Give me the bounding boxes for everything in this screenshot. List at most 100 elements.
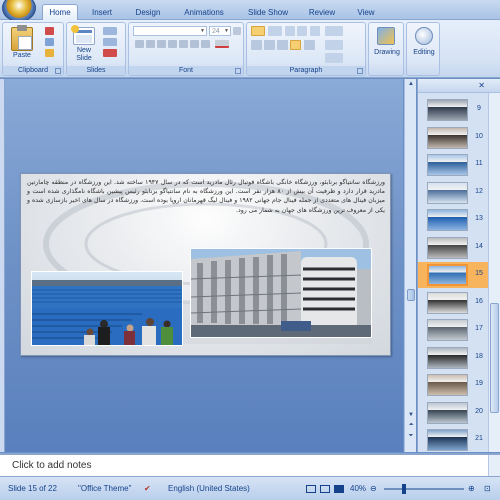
- columns-icon[interactable]: [304, 40, 315, 50]
- slide-thumbnail-image[interactable]: [427, 374, 468, 396]
- zoom-in-icon[interactable]: ⊕: [468, 484, 475, 493]
- bold-icon[interactable]: [135, 40, 144, 48]
- slide-thumbnail-16[interactable]: 16: [418, 290, 488, 316]
- slide-thumbnail-20[interactable]: 20: [418, 400, 488, 426]
- slide-thumbnail-image[interactable]: [427, 209, 468, 231]
- tab-slide-show[interactable]: Slide Show: [240, 6, 296, 20]
- close-pane-icon[interactable]: ✕: [478, 81, 485, 90]
- shadow-icon[interactable]: [179, 40, 188, 48]
- paragraph-launcher-icon[interactable]: [357, 68, 363, 74]
- tab-insert[interactable]: Insert: [84, 6, 120, 20]
- notes-pane[interactable]: Click to add notes: [0, 453, 500, 476]
- tab-review[interactable]: Review: [302, 6, 342, 20]
- stadium-stands-photo[interactable]: [31, 271, 183, 346]
- decrease-indent-icon[interactable]: [285, 26, 295, 36]
- slide-thumbnail-image[interactable]: [427, 401, 468, 424]
- slide-thumbnail-18[interactable]: 18: [418, 345, 488, 371]
- font-name-dropdown-icon[interactable]: ▼: [199, 27, 206, 35]
- copy-icon[interactable]: [45, 38, 54, 46]
- drawing-label[interactable]: Drawing: [369, 49, 405, 57]
- numbering-icon[interactable]: [268, 26, 282, 36]
- slide-thumbnail-image[interactable]: [427, 429, 468, 451]
- tab-design[interactable]: Design: [128, 6, 168, 20]
- slide-scroll-thumb[interactable]: [407, 289, 415, 301]
- slide-thumbnail-image[interactable]: [427, 236, 468, 259]
- slide-sorter-view-icon[interactable]: [320, 485, 330, 493]
- slide-vertical-scrollbar[interactable]: ▲ ▼ ⏶ ⏷: [404, 79, 416, 452]
- zoom-level[interactable]: 40%: [350, 484, 366, 493]
- align-right-icon[interactable]: [277, 40, 288, 50]
- paste-label[interactable]: Paste: [5, 52, 39, 60]
- slide-thumbnail-10[interactable]: 10: [418, 125, 488, 151]
- underline-icon[interactable]: [157, 40, 166, 48]
- align-left-icon[interactable]: [251, 40, 262, 50]
- drawing-icon[interactable]: [377, 27, 395, 45]
- current-slide[interactable]: ورزشگاه سانتیاگو برنابئو، ورزشگاه خانگی …: [20, 173, 391, 356]
- slide-thumbnail-12[interactable]: 12: [418, 180, 488, 206]
- tab-home[interactable]: Home: [42, 4, 78, 21]
- slide-thumbnail-17[interactable]: 17: [418, 317, 488, 343]
- spelling-check-icon[interactable]: ✔: [144, 484, 151, 493]
- change-case-icon[interactable]: [201, 40, 210, 48]
- format-painter-icon[interactable]: [45, 49, 54, 57]
- character-spacing-icon[interactable]: [190, 40, 199, 48]
- pane-scrollbar[interactable]: [488, 93, 500, 452]
- slide-thumbnail-image[interactable]: [427, 291, 468, 314]
- fit-to-window-icon[interactable]: ⊡: [484, 484, 491, 493]
- increase-indent-icon[interactable]: [297, 26, 307, 36]
- font-launcher-icon[interactable]: [235, 68, 241, 74]
- font-size-dropdown-icon[interactable]: ▼: [223, 27, 230, 35]
- find-icon[interactable]: [415, 27, 433, 45]
- font-size-combo[interactable]: 24 ▼: [209, 26, 231, 36]
- slide-thumbnail-13[interactable]: 13: [418, 207, 488, 233]
- reset-icon[interactable]: [103, 38, 117, 46]
- slide-thumbnail-19[interactable]: 19: [418, 372, 488, 398]
- delete-slide-icon[interactable]: [103, 49, 117, 57]
- slide-thumbnail-15[interactable]: 15: [418, 262, 488, 288]
- slide-thumbnail-14[interactable]: 14: [418, 235, 488, 261]
- normal-view-icon[interactable]: [306, 485, 316, 493]
- justify-icon[interactable]: [290, 40, 301, 50]
- clipboard-launcher-icon[interactable]: [55, 68, 61, 74]
- slide-thumbnail-21[interactable]: 21: [418, 427, 488, 453]
- font-color-icon[interactable]: [215, 40, 229, 48]
- font-name-combo[interactable]: ▼: [133, 26, 207, 36]
- layout-icon[interactable]: [103, 27, 117, 35]
- align-center-icon[interactable]: [264, 40, 275, 50]
- slide-show-view-icon[interactable]: [334, 485, 344, 493]
- paste-icon[interactable]: [11, 25, 33, 51]
- scroll-down-arrow-icon[interactable]: ▼: [406, 410, 416, 420]
- language-indicator[interactable]: English (United States): [168, 484, 250, 493]
- notes-scrollbar[interactable]: [488, 455, 500, 476]
- new-slide-label[interactable]: New Slide: [69, 47, 99, 63]
- tab-animations[interactable]: Animations: [176, 6, 232, 20]
- editing-label[interactable]: Editing: [407, 49, 441, 57]
- slide-thumbnail-image[interactable]: [427, 346, 468, 369]
- grow-font-icon[interactable]: [233, 27, 241, 35]
- new-slide-icon[interactable]: [71, 25, 95, 45]
- scroll-up-arrow-icon[interactable]: ▲: [406, 79, 416, 89]
- slide-thumbnail-image[interactable]: [427, 264, 468, 286]
- strikethrough-icon[interactable]: [168, 40, 177, 48]
- slide-thumbnail-image[interactable]: [427, 319, 468, 341]
- slide-thumbnail-image[interactable]: [427, 181, 468, 204]
- stadium-exterior-photo[interactable]: [190, 248, 372, 338]
- previous-slide-icon[interactable]: ⏶: [406, 420, 416, 430]
- tab-view[interactable]: View: [348, 6, 384, 20]
- office-button[interactable]: [2, 0, 36, 22]
- slide-thumbnail-image[interactable]: [427, 126, 468, 149]
- cut-icon[interactable]: [45, 27, 54, 35]
- zoom-out-icon[interactable]: ⊖: [370, 484, 377, 493]
- notes-placeholder[interactable]: Click to add notes: [12, 460, 92, 471]
- pane-scroll-thumb[interactable]: [490, 303, 499, 413]
- zoom-slider[interactable]: [384, 488, 464, 490]
- bullets-icon[interactable]: [251, 26, 265, 36]
- zoom-slider-thumb[interactable]: [402, 484, 406, 494]
- slide-body-text[interactable]: ورزشگاه سانتیاگو برنابئو، ورزشگاه خانگی …: [27, 178, 385, 244]
- slide-thumbnail-image[interactable]: [427, 154, 468, 176]
- next-slide-icon[interactable]: ⏷: [406, 431, 416, 441]
- italic-icon[interactable]: [146, 40, 155, 48]
- slide-thumbnail-9[interactable]: 9: [418, 97, 488, 123]
- slide-thumbnail-image[interactable]: [427, 99, 468, 121]
- slide-thumbnail-11[interactable]: 11: [418, 152, 488, 178]
